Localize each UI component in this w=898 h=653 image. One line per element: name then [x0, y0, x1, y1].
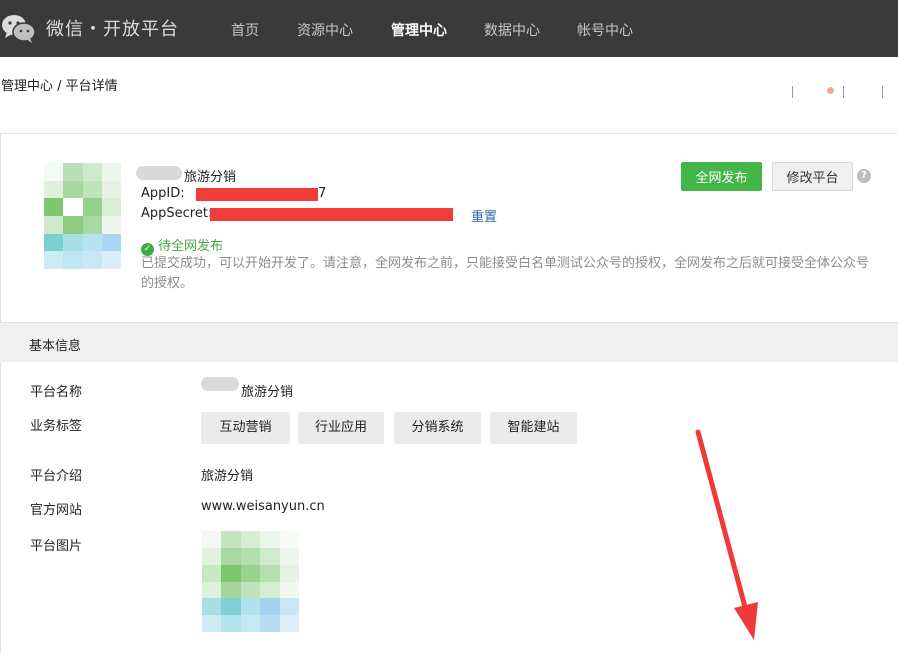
- appid-redaction: [196, 188, 318, 201]
- appid-label: AppID:: [141, 186, 185, 201]
- platform-image-label: 平台图片: [30, 539, 83, 554]
- toolbar-divider: [792, 86, 793, 98]
- edit-platform-button[interactable]: 修改平台: [772, 162, 853, 191]
- appid-tail: 7: [318, 186, 327, 201]
- toolbar-divider: [882, 86, 883, 98]
- card-top-border: [0, 133, 898, 134]
- publish-status: ✓ 待全网发布: [141, 235, 223, 256]
- reset-secret-link[interactable]: 重置: [471, 206, 497, 225]
- help-icon[interactable]: ?: [857, 169, 871, 183]
- app-name: 旅游分销: [184, 170, 237, 185]
- platform-name-value: 旅游分销: [241, 385, 294, 400]
- card-left-border: [0, 133, 1, 653]
- nav-account[interactable]: 帐号中心: [577, 20, 633, 40]
- platform-name-label: 平台名称: [30, 385, 83, 400]
- nav-management[interactable]: 管理中心: [391, 20, 447, 40]
- basic-info-header: 基本信息: [0, 322, 898, 362]
- official-website-label: 官方网站: [30, 503, 83, 518]
- publish-all-button[interactable]: 全网发布: [681, 162, 762, 191]
- official-website-value: www.weisanyun.cn: [201, 499, 325, 514]
- platform-intro-label: 平台介绍: [30, 469, 83, 484]
- platform-image: [202, 531, 299, 632]
- platform-intro-value: 旅游分销: [201, 469, 254, 484]
- nav-home[interactable]: 首页: [231, 20, 259, 40]
- business-tag: 智能建站: [490, 412, 577, 444]
- business-tag: 分销系统: [394, 412, 481, 444]
- platform-title: 微信・开放平台: [46, 19, 179, 40]
- nav-data[interactable]: 数据中心: [484, 20, 540, 40]
- status-description: 已提交成功，可以开始开发了。请注意，全网发布之前，只能接受白名单测试公众号的授权…: [141, 256, 870, 291]
- blurred-name-prefix: [136, 166, 182, 180]
- nav-resources[interactable]: 资源中心: [297, 20, 353, 40]
- breadcrumb: 管理中心 / 平台详情: [1, 79, 118, 94]
- wechat-logo-icon: [2, 15, 36, 43]
- business-tag: 互动营销: [201, 412, 290, 444]
- status-text: 待全网发布: [158, 239, 224, 254]
- notification-dot[interactable]: [827, 87, 834, 94]
- business-tags-label: 业务标签: [30, 419, 83, 434]
- blurred-name-prefix: [201, 377, 239, 391]
- annotation-arrow-icon: [695, 429, 758, 640]
- toolbar-divider: [843, 86, 844, 98]
- app-logo: [44, 163, 121, 269]
- section-title: 基本信息: [29, 339, 82, 354]
- appsecret-label: AppSecret:: [141, 206, 213, 221]
- business-tag: 行业应用: [298, 412, 384, 444]
- top-navbar: 微信・开放平台 首页 资源中心 管理中心 数据中心 帐号中心: [0, 0, 898, 57]
- appsecret-redaction: [210, 208, 453, 221]
